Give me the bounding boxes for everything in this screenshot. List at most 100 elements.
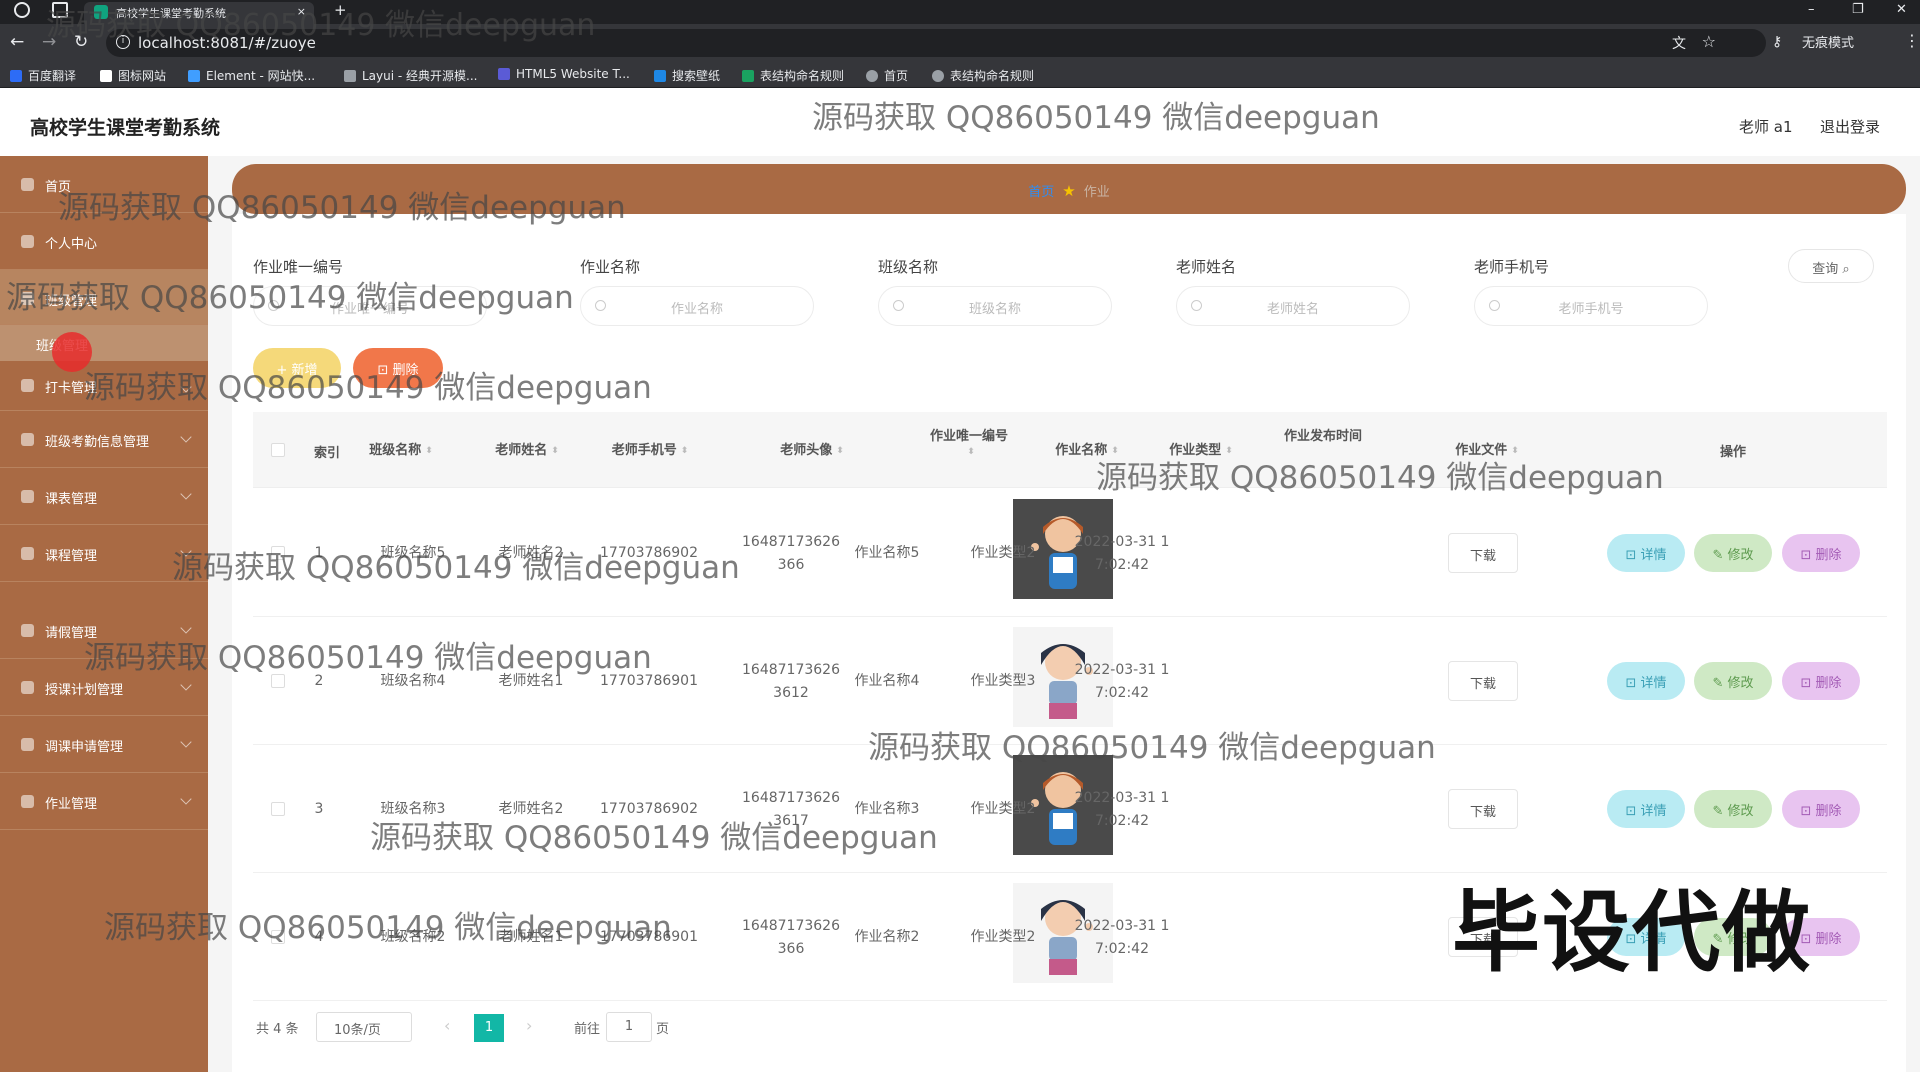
prev-page-icon[interactable]: ‹ (444, 1016, 450, 1035)
column-header[interactable]: 老师头像 ⬍ (780, 439, 844, 458)
batch-delete-button[interactable]: ⊡ 删除 (353, 348, 443, 388)
table-row: 3 班级名称3 老师姓名2 17703786902 16487173626 361… (253, 745, 1887, 873)
sidebar-item-class[interactable]: 班级管理 (0, 270, 208, 325)
delete-button[interactable]: ⊡ 删除 (1782, 534, 1860, 572)
sidebar-subitem-class[interactable]: 班级管理 (0, 325, 208, 361)
bookmark-label: 百度翻译 (28, 69, 77, 83)
detail-button[interactable]: ⊡ 详情 (1607, 662, 1685, 700)
class-name-input[interactable]: 班级名称 (878, 286, 1112, 326)
page-number[interactable]: 1 (474, 1014, 504, 1042)
translate-icon[interactable]: 文 (1672, 33, 1686, 53)
input-placeholder: 作业名称 (670, 302, 723, 317)
column-header[interactable]: 作业发布时间 (1284, 425, 1362, 444)
cell-teacher: 老师姓名1 (498, 673, 564, 689)
reload-icon[interactable]: ↻ (74, 32, 88, 52)
column-header[interactable]: 班级名称 ⬍ (369, 439, 433, 458)
bookmark-item[interactable]: 搜索壁纸 (654, 67, 720, 84)
sidebar-item-label: 班级考勤信息管理 (45, 435, 150, 450)
tab-close-icon[interactable]: × (297, 5, 306, 18)
incognito-label[interactable]: 无痕模式 (1802, 32, 1854, 51)
delete-button[interactable]: ⊡ 删除 (1782, 662, 1860, 700)
bookmark-item[interactable]: Layui - 经典开源模... (344, 67, 477, 84)
homework-name-input[interactable]: 作业名称 (580, 286, 814, 326)
sort-icon: ⬍ (425, 446, 433, 456)
download-button[interactable]: 下载 (1448, 789, 1518, 829)
minimize-icon[interactable]: – (1808, 2, 1815, 17)
cell-phone: 17703786902 (600, 801, 698, 817)
bookmark-item[interactable]: 表结构命名规则 (742, 67, 844, 84)
column-header[interactable]: 老师姓名 ⬍ (495, 439, 559, 458)
cell-id-line2: 3612 (773, 685, 809, 701)
search-button[interactable]: 查询 ⌕ (1788, 249, 1874, 283)
sidebar-item-leave[interactable]: 请假管理 (0, 602, 208, 659)
add-button[interactable]: + 新增 (253, 348, 341, 388)
bookmark-item[interactable]: Element - 网站快... (188, 67, 315, 84)
table-row: 1 班级名称5 老师姓名2 17703786902 16487173626 366… (253, 489, 1887, 617)
sidebar-item-reschedule[interactable]: 调课申请管理 (0, 716, 208, 773)
row-checkbox[interactable] (271, 802, 285, 816)
input-placeholder: 班级名称 (968, 302, 1021, 317)
new-tab-button[interactable]: + (334, 1, 347, 19)
cell-id-line2: 366 (777, 557, 805, 573)
sidebar-item-course[interactable]: 课程管理 (0, 525, 208, 582)
edit-button[interactable]: ✎ 修改 (1694, 790, 1772, 828)
cell-index: 2 (314, 673, 324, 689)
row-checkbox[interactable] (271, 930, 285, 944)
download-button[interactable]: 下载 (1448, 661, 1518, 701)
row-checkbox[interactable] (271, 546, 285, 560)
address-bar[interactable]: i localhost:8081/#/zuoye 文 ☆ (106, 29, 1766, 57)
bookmark-item[interactable]: 首页 (866, 67, 908, 84)
bookmark-item[interactable]: 百度翻译 (10, 67, 76, 84)
sidebar-item-profile[interactable]: 个人中心 (0, 213, 208, 270)
column-header[interactable]: 作业类型 ⬍ (1169, 439, 1233, 458)
sidebar-item-attendance[interactable]: 班级考勤信息管理 (0, 411, 208, 468)
sidebar-item-home[interactable]: 首页 (0, 156, 208, 213)
bookmark-item[interactable]: 图标网站 (100, 67, 166, 84)
maximize-icon[interactable]: ❐ (1852, 2, 1864, 17)
column-header[interactable]: 作业名称 ⬍ (1055, 439, 1119, 458)
schedule-icon (21, 490, 34, 503)
back-icon[interactable]: ← (10, 32, 24, 52)
filter-label: 老师姓名 (1176, 258, 1237, 276)
tab-list-icon[interactable] (52, 2, 68, 18)
teacher-name-input[interactable]: 老师姓名 (1176, 286, 1410, 326)
page-size-select[interactable]: 10条/页 (316, 1012, 412, 1042)
forward-icon[interactable]: → (42, 32, 56, 52)
cell-time: 7:02:42 (1095, 813, 1149, 829)
sidebar-item-homework[interactable]: 作业管理 (0, 773, 208, 830)
sidebar-item-schedule[interactable]: 课表管理 (0, 468, 208, 525)
sidebar-item-plan[interactable]: 授课计划管理 (0, 659, 208, 716)
cell-date: 2022-03-31 1 (1074, 534, 1170, 550)
sidebar-item-checkin[interactable]: 打卡管理 (0, 361, 208, 411)
next-page-icon[interactable]: › (526, 1016, 532, 1035)
window-close-icon[interactable]: ✕ (1896, 2, 1907, 17)
browser-tab[interactable]: 高校学生课堂考勤系统 × (84, 2, 314, 24)
column-header[interactable]: 老师手机号 ⬍ (612, 439, 689, 458)
detail-button[interactable]: ⊡ 详情 (1607, 790, 1685, 828)
goto-page-input[interactable]: 1 (606, 1012, 652, 1042)
download-button[interactable]: 下载 (1448, 533, 1518, 573)
cell-homework-name: 作业名称2 (854, 929, 920, 945)
bookmark-star-icon[interactable]: ☆ (1702, 32, 1716, 51)
delete-button[interactable]: ⊡ 删除 (1782, 790, 1860, 828)
column-header[interactable]: 作业文件 ⬍ (1455, 439, 1519, 458)
edit-button[interactable]: ✎ 修改 (1694, 662, 1772, 700)
browser-menu-icon[interactable]: ⋮ (1904, 31, 1920, 50)
password-key-icon[interactable]: ⚷ (1772, 34, 1782, 50)
detail-button[interactable]: ⊡ 详情 (1607, 534, 1685, 572)
bookmark-item[interactable]: 表结构命名规则 (932, 67, 1034, 84)
edit-button[interactable]: ✎ 修改 (1694, 534, 1772, 572)
select-all-checkbox[interactable] (271, 443, 285, 457)
row-checkbox[interactable] (271, 674, 285, 688)
teacher-phone-input[interactable]: 老师手机号 (1474, 286, 1708, 326)
cell-homework-type: 作业类型3 (970, 673, 1036, 689)
site-info-icon[interactable]: i (116, 35, 130, 49)
browser-profile-icon[interactable] (14, 2, 30, 18)
bookmark-item[interactable]: HTML5 Website T... (498, 67, 630, 81)
column-header[interactable]: 作业唯一编号 ⬍ (930, 425, 1008, 459)
homework-id-input[interactable]: 作业唯一编号 (253, 286, 487, 326)
cell-time: 7:02:42 (1095, 557, 1149, 573)
logout-link[interactable]: 退出登录 (1820, 116, 1880, 137)
breadcrumb-home[interactable]: 首页 (1028, 185, 1054, 200)
cell-class: 班级名称3 (380, 801, 446, 817)
